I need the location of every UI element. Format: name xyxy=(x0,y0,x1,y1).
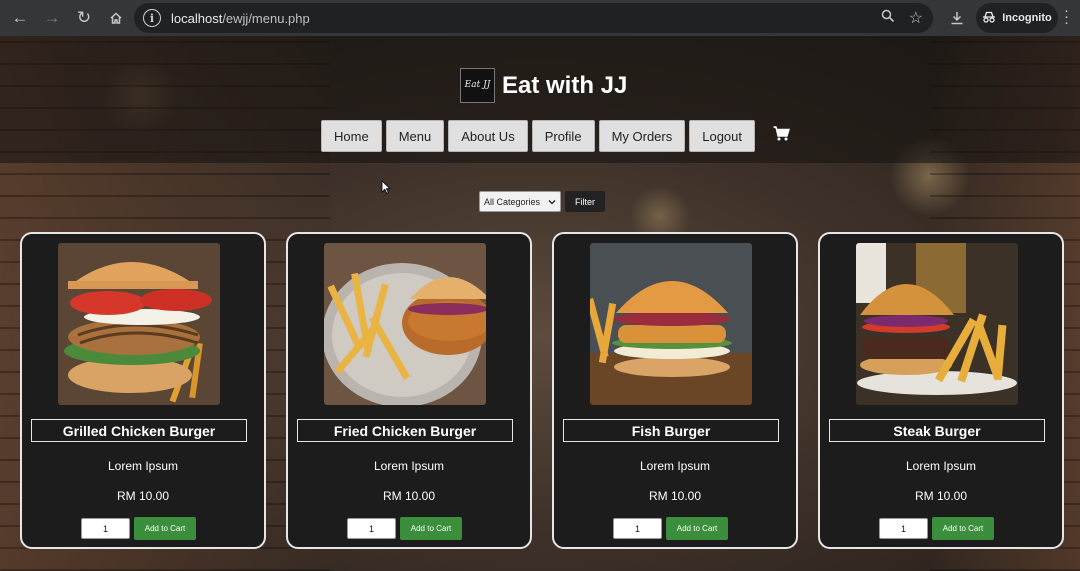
zoom-icon[interactable] xyxy=(881,9,895,28)
grilled-chicken-burger-image xyxy=(58,243,220,405)
product-description: Lorem Ipsum xyxy=(639,459,711,473)
brand[interactable]: Eat JJ Eat with JJ xyxy=(460,68,627,103)
quantity-input[interactable]: 1 xyxy=(879,518,928,539)
brand-name: Eat with JJ xyxy=(502,71,628,99)
browser-menu-icon[interactable]: · · · xyxy=(1064,3,1069,30)
mouse-cursor-icon xyxy=(381,180,391,199)
cart-icon[interactable] xyxy=(773,126,790,146)
product-card: Fried Chicken Burger Lorem Ipsum RM 10.0… xyxy=(286,232,532,549)
nav-menu[interactable]: Menu xyxy=(385,120,445,152)
filter-button[interactable]: Filter xyxy=(565,191,605,212)
product-price: RM 10.00 xyxy=(382,489,436,503)
logo: Eat JJ xyxy=(460,68,495,103)
product-card: Grilled Chicken Burger Lorem Ipsum RM 10… xyxy=(20,232,266,549)
category-select[interactable]: All Categories xyxy=(479,191,561,212)
page-background: Eat JJ Eat with JJ Home Menu About Us Pr… xyxy=(0,36,1080,571)
steak-burger-image xyxy=(856,243,1018,405)
chevron-down-icon xyxy=(548,197,556,207)
add-to-cart-button[interactable]: Add to Cart xyxy=(932,517,994,540)
fried-chicken-burger-image xyxy=(324,243,486,405)
add-to-cart-button[interactable]: Add to Cart xyxy=(134,517,196,540)
incognito-icon xyxy=(982,11,996,26)
quantity-input[interactable]: 1 xyxy=(347,518,396,539)
reload-icon[interactable]: ↻ xyxy=(69,3,99,33)
product-description: Lorem Ipsum xyxy=(905,459,977,473)
product-price: RM 10.00 xyxy=(914,489,968,503)
fish-burger-image xyxy=(590,243,752,405)
product-name: Fried Chicken Burger xyxy=(297,419,513,442)
product-name: Grilled Chicken Burger xyxy=(31,419,247,442)
product-name: Steak Burger xyxy=(829,419,1045,442)
forward-icon[interactable]: → xyxy=(37,3,67,33)
product-grid: Grilled Chicken Burger Lorem Ipsum RM 10… xyxy=(20,232,1064,549)
nav-my-orders[interactable]: My Orders xyxy=(598,120,686,152)
url-text: localhost/ewjj/menu.php xyxy=(171,10,310,26)
nav-profile[interactable]: Profile xyxy=(531,120,595,152)
add-to-cart-button[interactable]: Add to Cart xyxy=(400,517,462,540)
quantity-input[interactable]: 1 xyxy=(613,518,662,539)
site-header: Eat JJ Eat with JJ Home Menu About Us Pr… xyxy=(0,36,1080,163)
bookmark-star-icon[interactable]: ☆ xyxy=(909,8,923,28)
product-description: Lorem Ipsum xyxy=(373,459,445,473)
product-price: RM 10.00 xyxy=(648,489,702,503)
nav-logout[interactable]: Logout xyxy=(689,120,755,152)
product-card: Fish Burger Lorem Ipsum RM 10.00 1 Add t… xyxy=(552,232,798,549)
site-info-icon[interactable]: i xyxy=(143,9,161,27)
nav-home[interactable]: Home xyxy=(321,120,382,152)
add-to-cart-button[interactable]: Add to Cart xyxy=(666,517,728,540)
category-filter: All Categories Filter xyxy=(479,191,605,212)
address-bar[interactable]: i localhost/ewjj/menu.php ☆ xyxy=(134,3,933,33)
main-nav: Home Menu About Us Profile My Orders Log… xyxy=(321,120,790,152)
product-card: Steak Burger Lorem Ipsum RM 10.00 1 Add … xyxy=(818,232,1064,549)
browser-toolbar: ← → ↻ i localhost/ewjj/menu.php ☆ Incogn… xyxy=(0,0,1080,36)
product-price: RM 10.00 xyxy=(116,489,170,503)
download-icon[interactable] xyxy=(943,4,971,32)
product-name: Fish Burger xyxy=(563,419,779,442)
nav-about-us[interactable]: About Us xyxy=(448,120,528,152)
back-icon[interactable]: ← xyxy=(5,3,35,33)
product-description: Lorem Ipsum xyxy=(107,459,179,473)
incognito-badge[interactable]: Incognito xyxy=(976,3,1058,33)
quantity-input[interactable]: 1 xyxy=(81,518,130,539)
home-icon[interactable] xyxy=(101,3,131,33)
